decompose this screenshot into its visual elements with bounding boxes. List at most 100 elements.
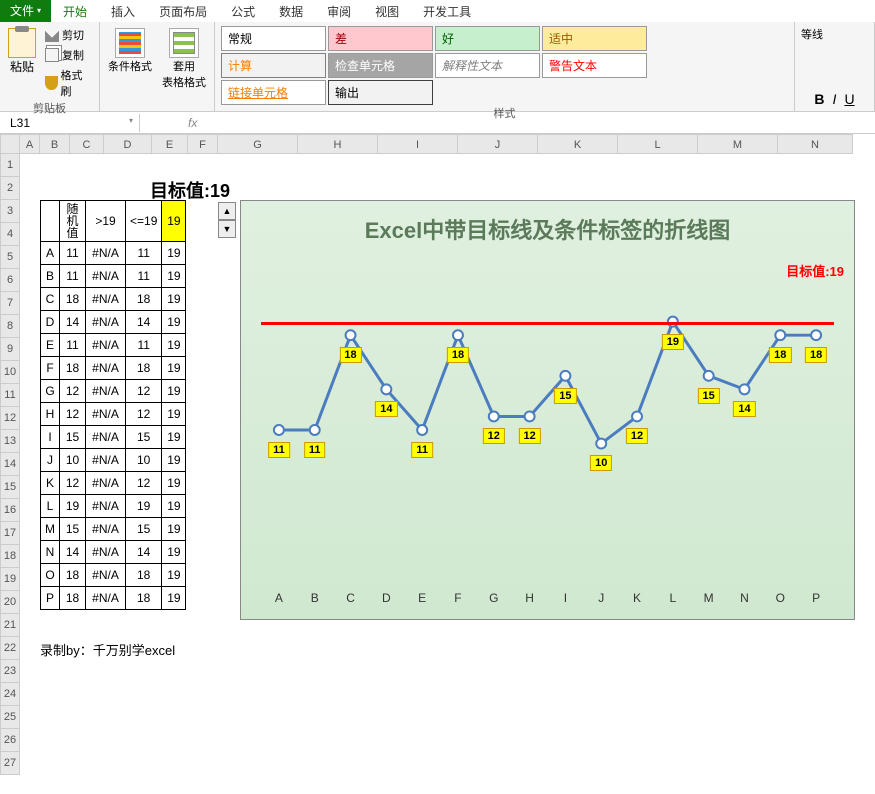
row-header[interactable]: 3: [0, 200, 20, 223]
row-header[interactable]: 6: [0, 269, 20, 292]
row-header[interactable]: 12: [0, 407, 20, 430]
col-header[interactable]: J: [458, 134, 538, 154]
col-header[interactable]: A: [20, 134, 40, 154]
col-header[interactable]: D: [104, 134, 152, 154]
style-good[interactable]: 好: [435, 26, 540, 51]
ribbon: 文件 开始 插入 页面布局 公式 数据 审阅 视图 开发工具 粘贴 剪切 复制 …: [0, 0, 875, 112]
col-header[interactable]: I: [378, 134, 458, 154]
data-label: 15: [698, 388, 720, 404]
ribbon-tabs: 文件 开始 插入 页面布局 公式 数据 审阅 视图 开发工具: [0, 0, 875, 22]
tab-file[interactable]: 文件: [0, 0, 51, 22]
style-normal[interactable]: 常规: [221, 26, 326, 51]
chart[interactable]: Excel中带目标线及条件标签的折线图 目标值:19 1111181411181…: [240, 200, 855, 620]
col-lte: <=19: [126, 201, 162, 242]
col-header[interactable]: N: [778, 134, 853, 154]
style-calc[interactable]: 计算: [221, 53, 326, 78]
bold-button[interactable]: B: [814, 91, 824, 107]
row-header[interactable]: 9: [0, 338, 20, 361]
format-painter-button[interactable]: 格式刷: [42, 66, 93, 100]
row-header[interactable]: 1: [0, 154, 20, 177]
tab-dev[interactable]: 开发工具: [411, 1, 483, 22]
copy-button[interactable]: 复制: [42, 46, 93, 64]
table-row: L19#N/A1919: [41, 495, 186, 518]
grid[interactable]: 目标值:19 ▲ ▼ 随 机 值 >19 <=19 19 A11#N/A1119…: [20, 154, 875, 794]
paste-button[interactable]: 粘贴: [6, 26, 38, 100]
data-label: 14: [733, 401, 755, 417]
tab-insert[interactable]: 插入: [99, 1, 147, 22]
col-header[interactable]: B: [40, 134, 70, 154]
chart-target-label: 目标值:19: [786, 261, 844, 280]
tab-home[interactable]: 开始: [51, 1, 99, 22]
cut-button[interactable]: 剪切: [42, 26, 93, 44]
tab-layout[interactable]: 页面布局: [147, 1, 219, 22]
row-header[interactable]: 4: [0, 223, 20, 246]
row-header[interactable]: 26: [0, 729, 20, 752]
row-header[interactable]: 17: [0, 522, 20, 545]
col-header[interactable]: K: [538, 134, 618, 154]
formula-input[interactable]: [205, 121, 875, 125]
brush-icon: [45, 76, 58, 90]
row-header[interactable]: 21: [0, 614, 20, 637]
table-format-button[interactable]: 套用 表格格式: [160, 26, 208, 92]
row-header[interactable]: 15: [0, 476, 20, 499]
row-header[interactable]: 23: [0, 660, 20, 683]
col-header[interactable]: G: [218, 134, 298, 154]
style-output[interactable]: 输出: [328, 80, 433, 105]
table-format-icon: [169, 28, 199, 58]
col-header[interactable]: H: [298, 134, 378, 154]
col-header[interactable]: L: [618, 134, 698, 154]
row-header[interactable]: 22: [0, 637, 20, 660]
group-label-styles: 样式: [221, 105, 788, 121]
conditional-format-button[interactable]: 条件格式: [106, 26, 154, 92]
col-header[interactable]: E: [152, 134, 188, 154]
col-header[interactable]: F: [188, 134, 218, 154]
scissors-icon: [45, 28, 59, 42]
row-header[interactable]: 13: [0, 430, 20, 453]
tab-review[interactable]: 审阅: [315, 1, 363, 22]
row-header[interactable]: 18: [0, 545, 20, 568]
row-header[interactable]: 27: [0, 752, 20, 775]
ribbon-body: 粘贴 剪切 复制 格式刷 剪贴板 条件格式 套用 表格格式 常规 差 好 适中: [0, 22, 875, 112]
tab-formulas[interactable]: 公式: [219, 1, 267, 22]
table-row: F18#N/A1819: [41, 357, 186, 380]
style-bad[interactable]: 差: [328, 26, 433, 51]
spinner-down-button[interactable]: ▼: [218, 220, 236, 238]
row-header[interactable]: 20: [0, 591, 20, 614]
spinner-control: ▲ ▼: [218, 202, 236, 238]
table-row: A11#N/A1119: [41, 242, 186, 265]
row-header[interactable]: 2: [0, 177, 20, 200]
name-box[interactable]: L31: [0, 114, 140, 132]
col-header[interactable]: C: [70, 134, 104, 154]
data-label: 15: [554, 388, 576, 404]
tab-data[interactable]: 数据: [267, 1, 315, 22]
style-explain[interactable]: 解释性文本: [435, 53, 540, 78]
row-header[interactable]: 11: [0, 384, 20, 407]
spinner-up-button[interactable]: ▲: [218, 202, 236, 220]
data-label: 19: [662, 334, 684, 350]
table-row: P18#N/A1819: [41, 587, 186, 610]
row-header[interactable]: 19: [0, 568, 20, 591]
row-header[interactable]: 7: [0, 292, 20, 315]
fx-icon[interactable]: fx: [180, 116, 205, 130]
style-check[interactable]: 检查单元格: [328, 53, 433, 78]
underline-button[interactable]: U: [844, 91, 854, 107]
row-header[interactable]: 5: [0, 246, 20, 269]
x-tick-label: G: [476, 591, 512, 605]
group-clipboard: 粘贴 剪切 复制 格式刷 剪贴板: [0, 22, 100, 111]
style-warn[interactable]: 警告文本: [542, 53, 647, 78]
col-header[interactable]: M: [698, 134, 778, 154]
row-header[interactable]: 8: [0, 315, 20, 338]
row-header[interactable]: 10: [0, 361, 20, 384]
style-neutral[interactable]: 适中: [542, 26, 647, 51]
table-row: G12#N/A1219: [41, 380, 186, 403]
select-all-corner[interactable]: [0, 134, 20, 154]
italic-button[interactable]: I: [833, 91, 837, 107]
row-header[interactable]: 16: [0, 499, 20, 522]
style-link[interactable]: 链接单元格: [221, 80, 326, 105]
row-header[interactable]: 25: [0, 706, 20, 729]
row-header[interactable]: 24: [0, 683, 20, 706]
row-header[interactable]: 14: [0, 453, 20, 476]
tab-view[interactable]: 视图: [363, 1, 411, 22]
data-label: 11: [268, 442, 290, 458]
col-target: 19: [162, 201, 186, 242]
